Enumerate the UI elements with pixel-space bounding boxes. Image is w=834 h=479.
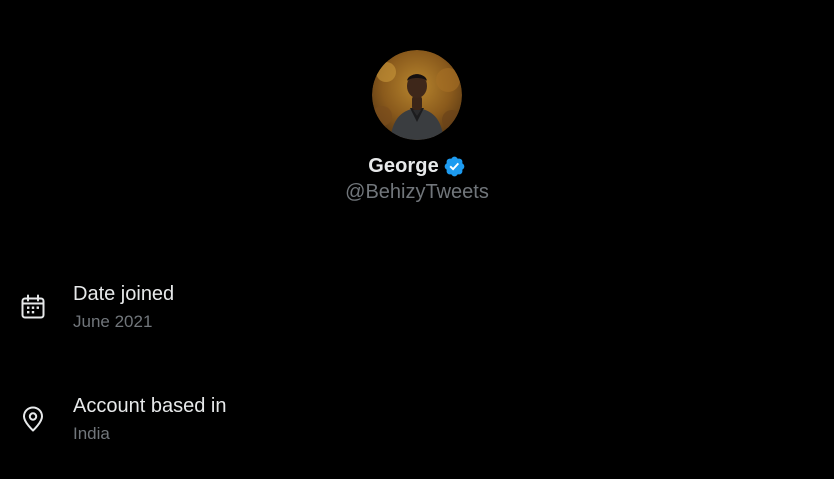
verified-badge-icon[interactable]	[443, 155, 466, 178]
calendar-icon	[21, 294, 45, 319]
about-account-page: George @BehizyTweets Date joined June 20…	[0, 0, 834, 479]
location-pin-icon	[23, 406, 43, 432]
name-row: George	[368, 153, 466, 179]
account-based-in-label: Account based in	[73, 395, 227, 417]
account-based-in-row: Account based in India	[0, 395, 834, 455]
date-joined-label: Date joined	[73, 283, 175, 305]
date-joined-value: June 2021	[73, 312, 153, 331]
profile-header: George @BehizyTweets	[0, 50, 834, 204]
user-handle[interactable]: @BehizyTweets	[345, 181, 489, 204]
account-based-in-value: India	[73, 424, 110, 443]
avatar[interactable]	[372, 50, 462, 140]
display-name[interactable]: George	[368, 155, 439, 178]
date-joined-row: Date joined June 2021	[0, 283, 834, 343]
